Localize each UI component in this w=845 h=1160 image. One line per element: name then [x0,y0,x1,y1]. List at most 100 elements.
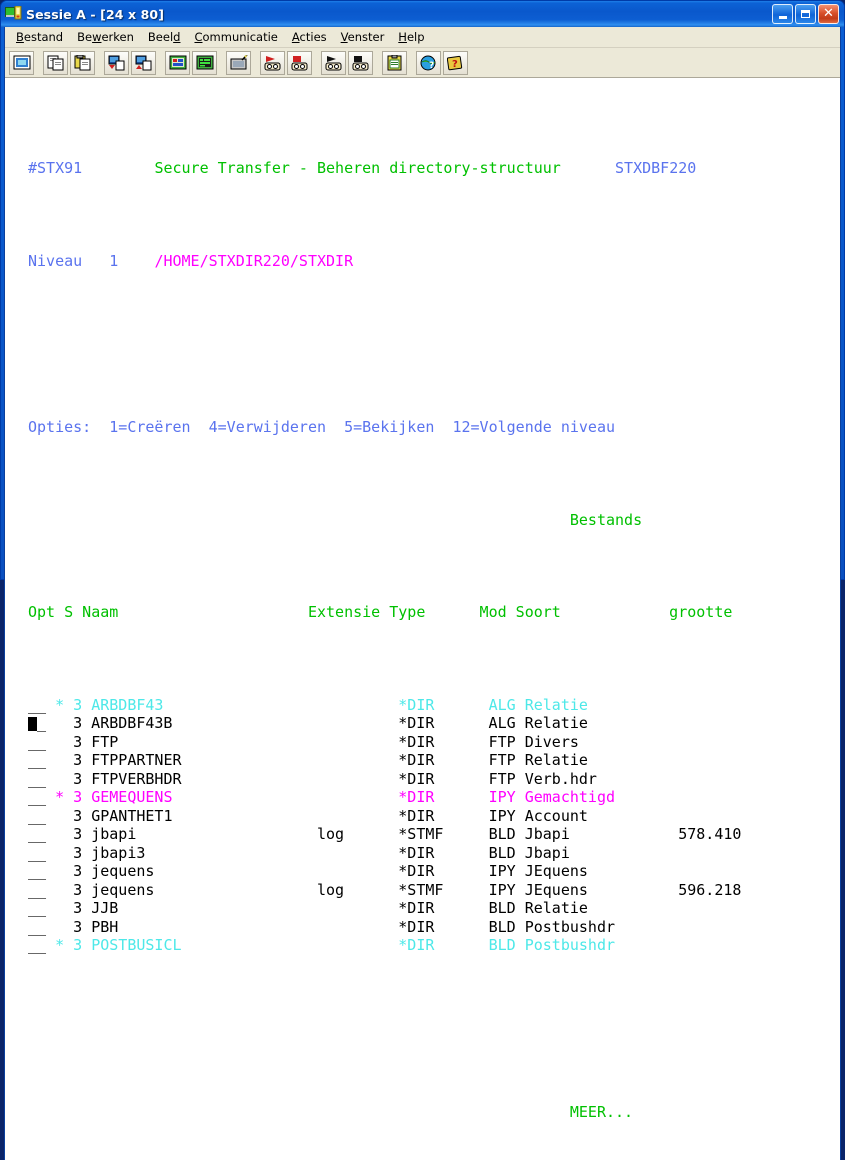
display-session-icon[interactable] [9,50,34,75]
row-body: 3 ARBDBF43 *DIR ALG Relatie [64,695,742,714]
terminal-screen[interactable]: #STX91 Secure Transfer - Beheren directo… [6,79,839,1160]
selection-marker [55,770,64,788]
table-row[interactable]: __ * 3 ARBDBF43 *DIR ALG Relatie [28,696,839,715]
close-button[interactable]: ✕ [818,4,839,24]
table-row[interactable]: _ 3 ARBDBF43B *DIR ALG Relatie [28,714,839,733]
stop-macro-icon[interactable] [348,50,373,75]
table-row[interactable]: __ 3 FTPPARTNER *DIR FTP Relatie [28,751,839,770]
option-input[interactable]: __ [28,862,46,880]
window-controls: ✕ [772,4,841,24]
table-row[interactable]: __ 3 jbapi3 *DIR BLD Jbapi [28,844,839,863]
options-text: Opties: 1=Creëren 4=Verwijderen 5=Bekijk… [28,418,615,436]
table-row[interactable]: __ 3 FTP *DIR FTP Divers [28,733,839,752]
globe-help-icon[interactable]: ? [416,50,441,75]
table-row[interactable]: __ 3 jbapi log *STMF BLD Jbapi 578.410 [28,825,839,844]
row-body: 3 ARBDBF43B *DIR ALG Relatie [64,714,742,732]
keypad-icon[interactable] [165,50,190,75]
selection-marker [55,844,64,862]
terminal-size-header-1: Bestands [28,511,839,530]
screen-layout-icon[interactable] [192,50,217,75]
option-input[interactable]: __ [28,918,46,936]
send-file-icon[interactable] [104,50,129,75]
cell-gap [46,770,55,788]
svg-text:?: ? [452,59,458,70]
play-macro-icon[interactable] [321,50,346,75]
more-indicator: MEER... [569,1102,634,1121]
row-body: 3 POSTBUSICL *DIR BLD Postbushdr [64,936,742,954]
copy-icon[interactable] [43,50,68,75]
selection-marker [55,825,64,843]
help-pencil-icon[interactable]: ? [443,50,468,75]
svg-text:?: ? [429,61,434,71]
option-input[interactable]: __ [28,788,46,806]
terminal-more-line: MEER... [28,1103,839,1122]
option-input[interactable]: __ [28,881,46,899]
selection-marker [55,899,64,917]
terminal-column-headers: Opt S Naam Extensie Type Mod Soort groot… [28,603,839,622]
stop-record-icon[interactable] [287,50,312,75]
menu-venster[interactable]: Venster [334,28,392,46]
table-row[interactable]: __ 3 JJB *DIR BLD Relatie [28,899,839,918]
record-macro-icon[interactable] [260,50,285,75]
text-cursor [28,717,37,731]
menu-acties[interactable]: Acties [285,28,334,46]
title-bar: Sessie A - [24 x 80] ✕ [1,1,844,27]
table-row[interactable]: __ 3 FTPVERBHDR *DIR FTP Verb.hdr [28,770,839,789]
row-body: 3 FTP *DIR FTP Divers [64,732,742,751]
cell-gap [46,714,55,732]
cell-gap [46,899,55,917]
option-input[interactable]: __ [28,770,46,788]
option-input[interactable]: __ [28,936,46,954]
table-row[interactable]: __ 3 jequens log *STMF IPY JEquens 596.2… [28,881,839,900]
option-input[interactable]: __ [28,696,46,714]
cell-gap [46,788,55,806]
table-row[interactable]: __ 3 jequens *DIR IPY JEquens [28,862,839,881]
option-input[interactable]: __ [28,807,46,825]
keyboard-setup-icon[interactable] [226,50,251,75]
table-row[interactable]: __ * 3 GEMEQUENS *DIR IPY Gemachtigd [28,788,839,807]
directory-listing[interactable]: __ * 3 ARBDBF43 *DIR ALG Relatie _ 3 ARB… [28,696,839,955]
cell-gap [46,881,55,899]
row-body: 3 FTPPARTNER *DIR FTP Relatie [64,751,742,769]
table-row[interactable]: __ 3 PBH *DIR BLD Postbushdr [28,918,839,937]
minimize-button[interactable] [772,4,793,24]
cell-gap [46,807,55,825]
menu-beeld[interactable]: Beeld [141,28,188,46]
client-area: Bestand Bewerken Beeld Communicatie Acti… [4,27,841,1160]
menu-bar: Bestand Bewerken Beeld Communicatie Acti… [5,27,840,48]
selection-marker: * [55,936,65,954]
selection-marker [55,807,64,825]
maximize-button[interactable] [795,4,816,24]
option-input[interactable]: __ [28,899,46,917]
option-input[interactable]: __ [28,825,46,843]
terminal-blank-1 [28,326,839,345]
toolbar: ? ? [5,48,840,78]
receive-file-icon[interactable] [131,50,156,75]
option-input[interactable]: __ [28,844,46,862]
selection-marker: * [55,788,65,806]
table-row[interactable]: __ * 3 POSTBUSICL *DIR BLD Postbushdr [28,936,839,955]
option-input[interactable]: __ [28,733,46,751]
option-input[interactable]: _ [28,714,46,732]
menu-communicatie[interactable]: Communicatie [187,28,284,46]
cell-gap [46,751,55,769]
terminal-screen-area[interactable]: #STX91 Secure Transfer - Beheren directo… [5,78,840,1160]
option-input[interactable]: __ [28,751,46,769]
session-icon [5,5,22,22]
menu-bestand[interactable]: Bestand [9,28,70,46]
paste-icon[interactable] [70,50,95,75]
row-body: 3 GPANTHET1 *DIR IPY Account [64,806,742,825]
clipboard-icon[interactable] [382,50,407,75]
table-row[interactable]: __ 3 GPANTHET1 *DIR IPY Account [28,807,839,826]
current-path: /HOME/STXDIR220/STXDIR [154,251,354,270]
row-body: 3 jequens log *STMF IPY JEquens 596.218 [64,880,742,899]
row-body: 3 JJB *DIR BLD Relatie [64,899,742,917]
menu-help[interactable]: Help [391,28,431,46]
terminal-emulator-window: Sessie A - [24 x 80] ✕ Bestand Bewerken … [0,0,845,1160]
col-header-line: Opt S Naam Extensie Type Mod Soort groot… [28,603,733,621]
row-body: 3 FTPVERBHDR *DIR FTP Verb.hdr [64,769,742,788]
level-label: Niveau [28,251,83,270]
row-body: 3 jequens *DIR IPY JEquens [64,862,742,880]
selection-marker [55,918,64,936]
menu-bewerken[interactable]: Bewerken [70,28,141,46]
